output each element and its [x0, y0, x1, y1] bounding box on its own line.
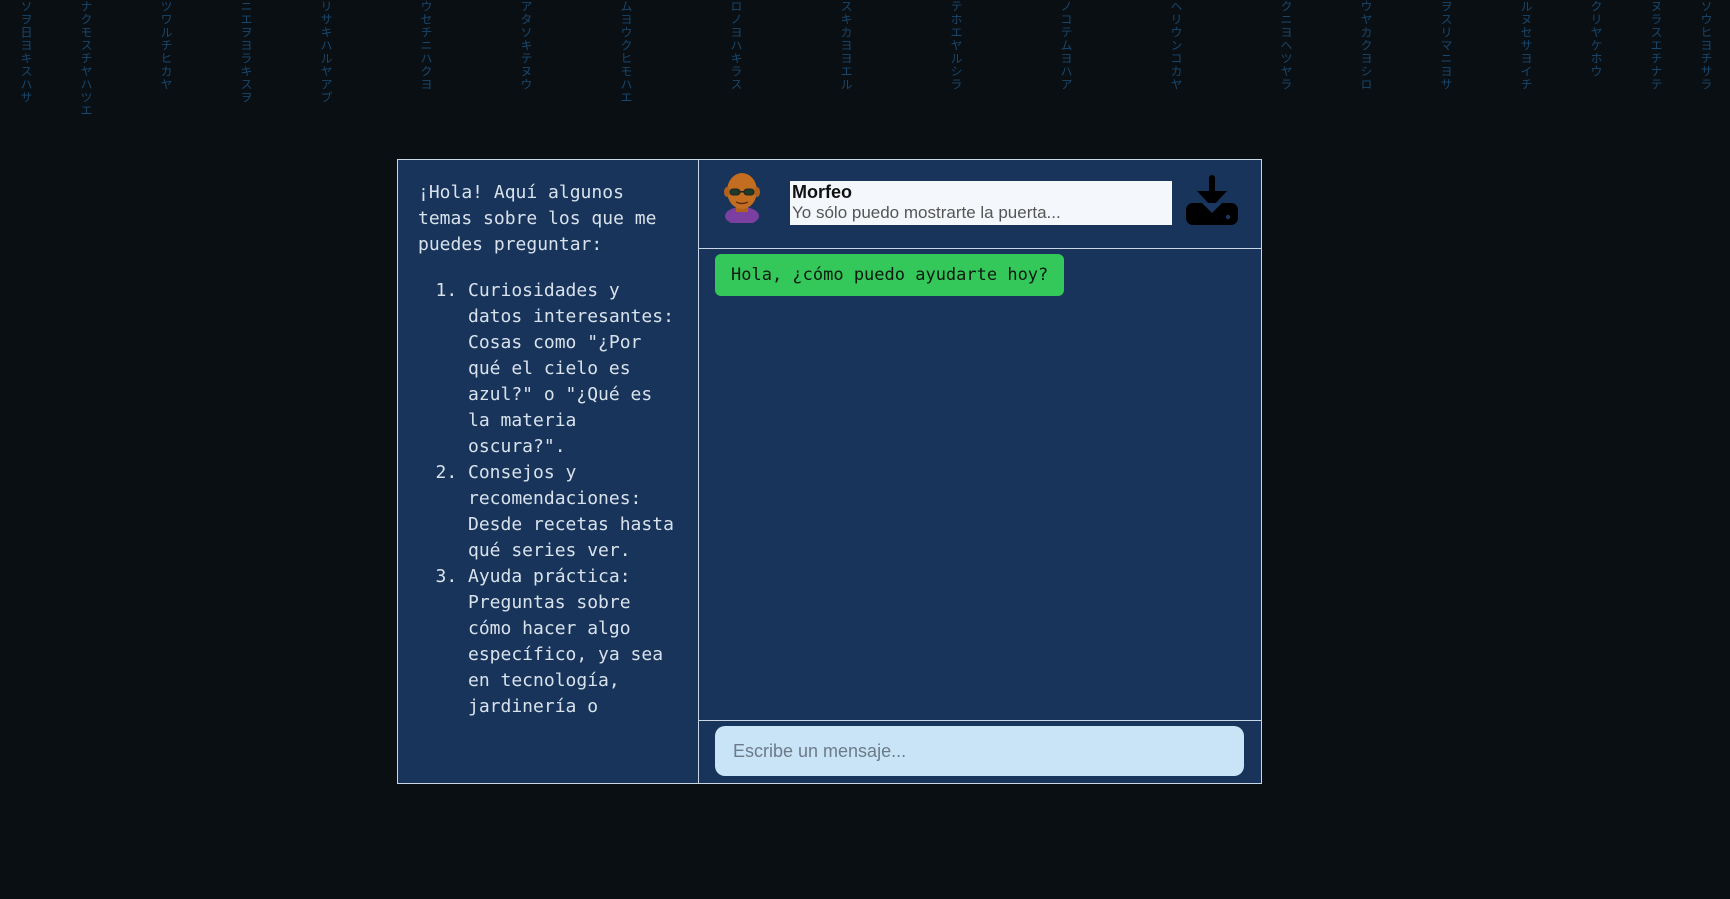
- matrix-column: クリヤケホウ: [1589, 0, 1603, 78]
- matrix-column: ナクモスチヤハツエ: [79, 0, 93, 117]
- matrix-column: ツワルチヒカヤ: [159, 0, 173, 91]
- matrix-column: テホエヤルシラ: [949, 0, 963, 91]
- chat-header: Morfeo Yo sólo puedo mostrarte la puerta…: [699, 160, 1261, 249]
- topic-item: Consejos y recomendaciones: Desde receta…: [468, 460, 678, 564]
- chat-panel: Morfeo Yo sólo puedo mostrarte la puerta…: [699, 160, 1261, 783]
- matrix-column: ロノヨハキラス: [729, 0, 743, 91]
- matrix-column: ルヌセサヨイチ: [1519, 0, 1533, 91]
- matrix-column: ヌラスエチナテ: [1649, 0, 1663, 91]
- topic-item: Ayuda práctica: Preguntas sobre cómo hac…: [468, 564, 678, 720]
- matrix-column: ヲスリマニヨサ: [1439, 0, 1453, 91]
- message-input[interactable]: [715, 726, 1244, 776]
- bot-message-bubble: Hola, ¿cómo puedo ayudarte hoy?: [715, 254, 1065, 296]
- matrix-column: ヘリウンコカヤ: [1169, 0, 1183, 91]
- message-composer: [699, 720, 1261, 783]
- contact-status: Yo sólo puedo mostrarte la puerta...: [792, 203, 1061, 222]
- matrix-column: リサキハルヤアプ: [319, 0, 333, 104]
- topics-intro: ¡Hola! Aquí algunos temas sobre los que …: [418, 182, 657, 255]
- contact-info: Morfeo Yo sólo puedo mostrarte la puerta…: [790, 181, 1172, 225]
- matrix-column: ソヲ日ヨキスハサ: [19, 0, 33, 104]
- matrix-column: クニヨヘツヤラ: [1279, 0, 1293, 91]
- matrix-column: ソウヒヨチサラ: [1699, 0, 1713, 91]
- download-icon[interactable]: [1184, 173, 1240, 229]
- topics-list: Curiosidades y datos interesantes: Cosas…: [418, 278, 678, 720]
- matrix-column: ウヤカクヨシロ: [1359, 0, 1373, 91]
- matrix-column: ムヨウクヒモハエ: [619, 0, 633, 104]
- matrix-column: ノコテムヨハア: [1059, 0, 1073, 91]
- contact-name: Morfeo: [792, 182, 852, 202]
- matrix-column: ニエヲヨラキスヲ: [239, 0, 253, 104]
- matrix-column: アタソキテヌウ: [519, 0, 533, 91]
- chat-app-window: ¡Hola! Aquí algunos temas sobre los que …: [397, 159, 1262, 784]
- morpheus-avatar-icon: [724, 173, 760, 223]
- topics-sidebar: ¡Hola! Aquí algunos temas sobre los que …: [398, 160, 699, 783]
- message-list: Hola, ¿cómo puedo ayudarte hoy?: [699, 249, 1261, 720]
- topic-item: Curiosidades y datos interesantes: Cosas…: [468, 278, 678, 460]
- matrix-column: スキカヨヨエル: [839, 0, 853, 91]
- matrix-column: ウセチニハクヨ: [419, 0, 433, 91]
